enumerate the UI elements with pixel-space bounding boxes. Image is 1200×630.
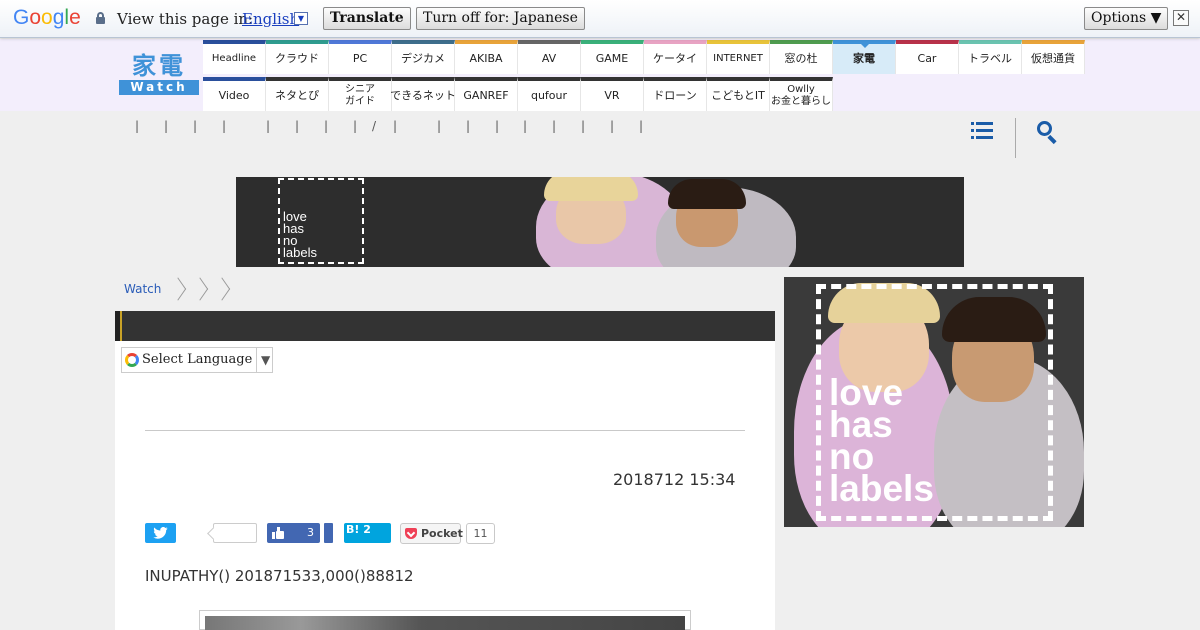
divider bbox=[145, 430, 745, 431]
breadcrumb: Watch bbox=[124, 278, 227, 300]
article-title-bar bbox=[115, 311, 775, 341]
nav-item[interactable]: AV bbox=[518, 40, 581, 74]
sub-nav-separator: | bbox=[135, 119, 140, 133]
pocket-label: Pocket bbox=[421, 527, 463, 540]
nav-item[interactable]: こどもとIT bbox=[707, 77, 770, 111]
nav-item[interactable]: Headline bbox=[203, 40, 266, 74]
nav-item[interactable]: 仮想通貨 bbox=[1022, 40, 1085, 74]
nav-item[interactable]: AKIBA bbox=[455, 40, 518, 74]
sub-nav-separator: / bbox=[372, 119, 377, 133]
sub-nav-separator: | bbox=[495, 119, 500, 133]
sub-nav-separator: | bbox=[266, 119, 271, 133]
chevron-down-icon: ▼ bbox=[256, 348, 270, 372]
nav-item[interactable]: ネタとぴ bbox=[266, 77, 329, 111]
nav-item[interactable]: デジカメ bbox=[392, 40, 455, 74]
facebook-like-button[interactable]: 3 bbox=[267, 523, 320, 543]
lock-icon bbox=[96, 12, 105, 24]
nav-item[interactable]: Video bbox=[203, 77, 266, 111]
language-link[interactable]: English bbox=[242, 10, 299, 28]
sub-nav-separator: | bbox=[393, 119, 398, 133]
nav-item[interactable]: できるネット bbox=[390, 77, 456, 111]
language-select-label: Select Language bbox=[142, 352, 253, 367]
sub-nav-separator: | bbox=[610, 119, 615, 133]
article-photo[interactable] bbox=[199, 610, 691, 630]
pocket-button[interactable]: Pocket bbox=[400, 523, 463, 544]
article-date: 2018712 15:34 bbox=[613, 470, 736, 489]
menu-icon[interactable] bbox=[971, 122, 993, 139]
nav-item[interactable]: VR bbox=[581, 77, 644, 111]
nav-item[interactable]: Car bbox=[896, 40, 959, 74]
article-lede: INUPATHY() 201871533,000()88812 bbox=[145, 567, 414, 585]
logo-title: 家電 bbox=[132, 51, 186, 80]
nav-item[interactable]: 家電 bbox=[833, 40, 896, 74]
twitter-icon bbox=[153, 527, 168, 539]
chevron-right-icon bbox=[197, 278, 205, 300]
ad-text: love has no labels bbox=[829, 372, 934, 509]
nav-item[interactable]: クラウド bbox=[266, 40, 329, 74]
translate-button[interactable]: Translate bbox=[323, 7, 411, 30]
ad-text: love has no labels bbox=[283, 209, 317, 260]
search-icon[interactable] bbox=[1037, 121, 1061, 145]
nav-item[interactable]: INTERNET bbox=[707, 40, 770, 74]
sub-nav-bar bbox=[0, 111, 1200, 161]
nav-item[interactable]: ドローン bbox=[644, 77, 707, 111]
nav-item[interactable]: 窓の杜 bbox=[770, 40, 833, 74]
sub-nav-separator: | bbox=[295, 119, 300, 133]
google-logo: Google bbox=[13, 6, 81, 30]
chevron-right-icon bbox=[219, 278, 227, 300]
options-button[interactable]: Options ▼ bbox=[1084, 7, 1169, 30]
nav-row-primary: Headline クラウド PC デジカメ AKIBA AV GAME ケータイ INTERNE… bbox=[203, 40, 1085, 74]
side-ad[interactable]: love has no labels bbox=[784, 277, 1084, 527]
google-icon bbox=[125, 353, 139, 367]
nav-item[interactable]: PC bbox=[329, 40, 392, 74]
language-select[interactable]: Select Language ▼ bbox=[121, 347, 273, 373]
nav-item[interactable]: Owlly お金と暮らし bbox=[770, 77, 833, 111]
logo-letter: G bbox=[13, 6, 30, 29]
logo-subtitle: Watch bbox=[119, 80, 199, 95]
nav-item[interactable]: トラベル bbox=[959, 40, 1022, 74]
sub-nav-separator: | bbox=[581, 119, 586, 133]
translate-bar: Google View this page in: English ▼ Tran… bbox=[0, 0, 1200, 38]
pocket-icon bbox=[405, 528, 417, 539]
view-page-label: View this page in: bbox=[117, 10, 254, 28]
close-icon[interactable]: ✕ bbox=[1173, 10, 1189, 26]
facebook-share-button[interactable] bbox=[324, 523, 333, 543]
twitter-share-button[interactable] bbox=[145, 523, 176, 543]
sub-nav-separator: | bbox=[324, 119, 329, 133]
facebook-count: 3 bbox=[307, 526, 314, 539]
logo-letter: o bbox=[29, 6, 42, 29]
logo-letter: o bbox=[41, 6, 53, 29]
logo-letter: g bbox=[52, 6, 65, 29]
nav-row-secondary: Video ネタとぴ シニア ガイド できるネット GANREF qufour VR ドローン… bbox=[203, 77, 833, 111]
sub-nav-separator: | bbox=[523, 119, 528, 133]
breadcrumb-root[interactable]: Watch bbox=[124, 282, 161, 296]
sub-nav-separator: | bbox=[222, 119, 227, 133]
hatena-bookmark-button[interactable]: B! 2 bbox=[344, 523, 391, 543]
language-dropdown-icon[interactable]: ▼ bbox=[294, 12, 308, 25]
pocket-count: 11 bbox=[466, 523, 495, 544]
sub-nav-separator: | bbox=[353, 119, 358, 133]
divider bbox=[1015, 118, 1016, 158]
thumbs-up-icon bbox=[272, 527, 284, 539]
sub-nav-separator: | bbox=[164, 119, 169, 133]
sub-nav-separator: | bbox=[639, 119, 644, 133]
twitter-count bbox=[213, 523, 257, 543]
site-logo[interactable]: 家電 Watch bbox=[119, 52, 199, 96]
nav-item[interactable]: ケータイ bbox=[644, 40, 707, 74]
nav-item[interactable]: GANREF bbox=[455, 77, 518, 111]
chevron-right-icon bbox=[175, 278, 183, 300]
banner-ad[interactable]: love has no labels bbox=[236, 177, 964, 267]
logo-letter: e bbox=[69, 6, 81, 29]
turn-off-button[interactable]: Turn off for: Japanese bbox=[416, 7, 585, 30]
sub-nav-separator: | bbox=[437, 119, 442, 133]
sub-nav-separator: | bbox=[466, 119, 471, 133]
sub-nav-separator: | bbox=[193, 119, 198, 133]
sub-nav-separator: | bbox=[552, 119, 557, 133]
nav-item[interactable]: GAME bbox=[581, 40, 644, 74]
nav-item[interactable]: qufour bbox=[518, 77, 581, 111]
nav-item[interactable]: シニア ガイド bbox=[329, 77, 392, 111]
